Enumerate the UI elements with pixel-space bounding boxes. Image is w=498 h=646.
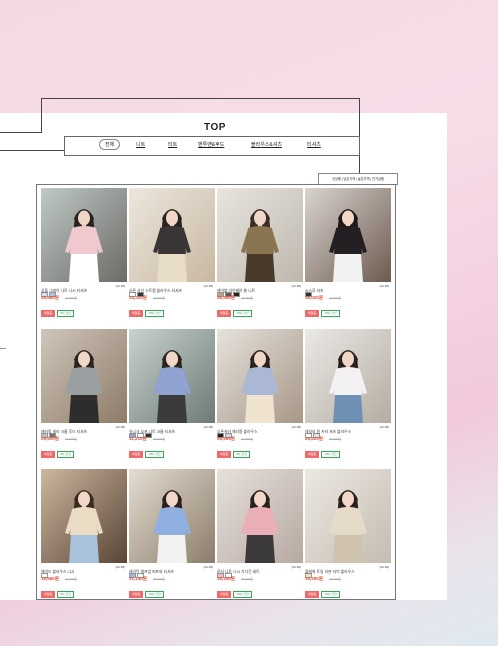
product-name[interactable]: 심플 그레이 나트 나시 티셔츠 (41, 289, 87, 294)
sale-badge: 세일중 (217, 591, 232, 598)
original-price: 21,600원 (65, 296, 77, 300)
size-options: [44-66] (203, 425, 213, 429)
product-name[interactable]: 에이드 블라우스 나시 (41, 570, 75, 575)
discount-badge: 10% 할인 (321, 591, 340, 598)
discount-badge: 9% 할인 (57, 310, 74, 317)
discount-badge: 10% 할인 (233, 591, 252, 598)
sale-badge: 세일중 (217, 310, 232, 317)
size-options: [44-66] (379, 425, 389, 429)
product-photo[interactable] (217, 188, 303, 282)
discount-badge: 9% 할인 (57, 451, 74, 458)
color-swatches (41, 425, 57, 438)
category-tab-knit[interactable]: 니트 (136, 141, 145, 148)
color-swatches (129, 425, 153, 438)
size-options: [44-66] (291, 565, 301, 569)
category-tab-all[interactable]: 전체 (99, 139, 121, 150)
product-photo[interactable] (129, 188, 215, 282)
discount-badge: 9% 할인 (233, 451, 250, 458)
original-price: 29,800원 (329, 437, 341, 441)
color-swatches (129, 565, 145, 578)
product-name[interactable]: 레이턴 셀프업 퍼프와 티셔츠 (129, 570, 174, 575)
color-swatches (217, 565, 233, 578)
original-price: 34,600원 (153, 577, 165, 581)
size-options: [44-66] (379, 565, 389, 569)
discount-badge: 10% 할인 (233, 310, 252, 317)
size-options: [44-66] (115, 565, 125, 569)
sale-badge: 세일중 (305, 591, 320, 598)
original-price: 15,800원 (153, 296, 165, 300)
sale-badge: 세일중 (305, 310, 320, 317)
product-photo[interactable] (129, 469, 215, 563)
product-name[interactable]: 시스루 셔츠 (305, 289, 324, 294)
sale-badge: 세일중 (129, 451, 144, 458)
color-swatches (305, 284, 313, 297)
decor-line (41, 98, 42, 132)
category-tab-blouse-shirt[interactable]: 블라우스&셔츠 (251, 141, 282, 148)
original-price: 39,270원 (241, 577, 253, 581)
original-price: 21,600원 (65, 577, 77, 581)
discount-badge: 10% 할인 (321, 451, 340, 458)
product-photo[interactable] (41, 329, 127, 423)
product-name[interactable]: 로터 니트 나시 가디건 세트 (217, 570, 260, 575)
color-swatches (217, 284, 241, 297)
product-photo[interactable] (305, 188, 391, 282)
product-name[interactable]: 오픈 사선 스트랩 블라우스 티셔츠 (129, 289, 182, 294)
size-options: [44-66] (203, 565, 213, 569)
discount-badge: 10% 할인 (145, 591, 164, 598)
color-swatches (305, 425, 321, 438)
category-tab-tee[interactable]: 티트 (168, 141, 177, 148)
color-swatches (41, 284, 57, 297)
product-name[interactable]: 오픈카라 체리용 블라우스 (217, 430, 258, 435)
original-price: 12,900원 (153, 437, 165, 441)
original-price: 17,800원 (329, 296, 341, 300)
discount-badge: 9% 할인 (57, 591, 74, 598)
product-photo[interactable] (217, 469, 303, 563)
size-options: [44-66] (115, 284, 125, 288)
category-nav: 전체 니트 티트 맨투맨&후드 블라우스&셔츠 티셔츠 (64, 136, 360, 156)
decor-line (0, 132, 42, 133)
product-photo[interactable] (305, 469, 391, 563)
sale-badge: 세일중 (217, 451, 232, 458)
decor-tick (0, 348, 6, 349)
size-options: [44-66] (203, 284, 213, 288)
product-name[interactable]: 유니크 오프 나트 크롭 티셔츠 (129, 430, 175, 435)
product-photo[interactable] (129, 329, 215, 423)
product-name[interactable]: 레터링 세라 크롭 후드 티셔츠 (41, 430, 87, 435)
product-photo[interactable] (305, 329, 391, 423)
discount-badge: 10% 할인 (145, 451, 164, 458)
product-name[interactable]: 데일리 원 카라 셔츠 블라우스 (305, 430, 351, 435)
product-photo[interactable] (217, 329, 303, 423)
size-options: [44-66] (379, 284, 389, 288)
discount-badge: 10% 할인 (321, 310, 340, 317)
color-swatches (41, 565, 49, 578)
color-swatches (129, 284, 145, 297)
size-options: [44-66] (291, 425, 301, 429)
original-price: 18,100원 (329, 577, 341, 581)
original-price: 41,060원 (241, 437, 253, 441)
decor-line (0, 150, 64, 151)
sale-badge: 세일중 (41, 451, 56, 458)
sale-badge: 세일중 (305, 451, 320, 458)
category-tab-tshirt[interactable]: 티셔츠 (307, 141, 321, 148)
size-options: [44-66] (115, 425, 125, 429)
product-grid: [44-66] 심플 그레이 나트 나시 티셔츠 19,660원 21,600원… (36, 184, 396, 600)
product-photo[interactable] (41, 469, 127, 563)
page-title: TOP (204, 122, 226, 133)
original-price: 32,800원 (65, 437, 77, 441)
category-tab-mtm-hood[interactable]: 맨투맨&후드 (198, 141, 224, 148)
color-swatches (305, 565, 313, 578)
size-options: [44-66] (291, 284, 301, 288)
product-name[interactable]: 케이블 라인베어 쓸 니트 (217, 289, 255, 294)
sale-badge: 세일중 (41, 310, 56, 317)
color-swatches (217, 425, 233, 438)
product-name[interactable]: 플레워 트일 리본 타이 블라우스 (305, 570, 355, 575)
sale-badge: 세일중 (129, 310, 144, 317)
decor-line (41, 98, 360, 99)
original-price: 41,060원 (241, 296, 253, 300)
product-photo[interactable] (41, 188, 127, 282)
sale-badge: 세일중 (41, 591, 56, 598)
discount-badge: 10% 할인 (145, 310, 164, 317)
sale-badge: 세일중 (129, 591, 144, 598)
